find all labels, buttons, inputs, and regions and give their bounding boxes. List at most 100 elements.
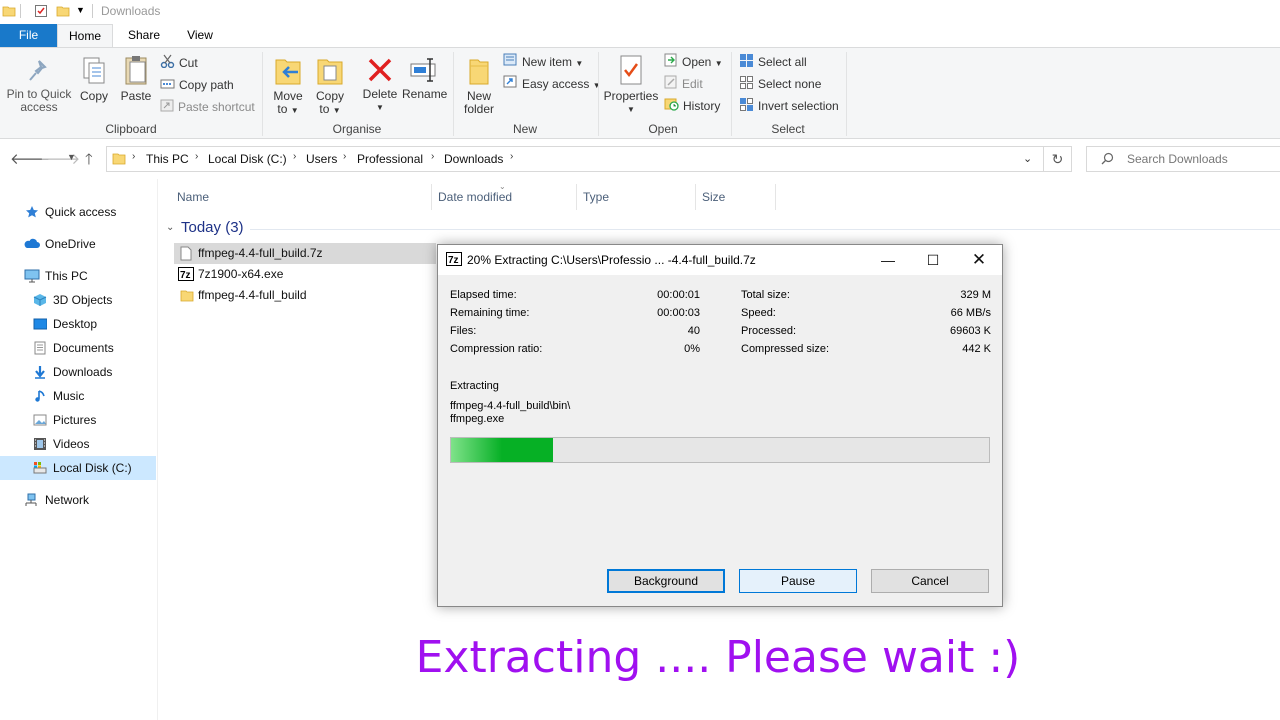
column-header-date-modified[interactable]: Date modified bbox=[438, 190, 512, 204]
breadcrumb-chevron-icon[interactable]: › bbox=[293, 151, 296, 162]
edit-button[interactable]: Edit bbox=[664, 75, 703, 93]
sidebar-item-downloads[interactable]: Downloads bbox=[0, 360, 156, 384]
folder-icon bbox=[2, 4, 16, 18]
sidebar-item-documents[interactable]: Documents bbox=[0, 336, 156, 360]
tab-view[interactable]: View bbox=[180, 24, 220, 47]
sidebar-item-desktop[interactable]: Desktop bbox=[0, 312, 156, 336]
column-separator[interactable] bbox=[576, 184, 577, 210]
tab-home[interactable]: Home bbox=[57, 24, 113, 47]
customize-toolbar-icon[interactable]: ▼ bbox=[76, 5, 90, 19]
move-to-button[interactable]: Move to ▼ bbox=[270, 54, 306, 117]
history-button[interactable]: History bbox=[664, 97, 720, 115]
breadcrumb-chevron-icon[interactable]: › bbox=[195, 151, 198, 162]
group-header-today[interactable]: Today (3) bbox=[181, 219, 244, 236]
new-item-button[interactable]: New item ▼ bbox=[503, 53, 583, 71]
invert-selection-button[interactable]: Invert selection bbox=[739, 97, 839, 115]
breadcrumb-local-disk[interactable]: Local Disk (C:) bbox=[208, 152, 287, 166]
sidebar-item-3d-objects[interactable]: 3D Objects bbox=[0, 288, 156, 312]
tab-share[interactable]: Share bbox=[122, 24, 166, 47]
tab-file[interactable]: File bbox=[0, 24, 57, 47]
address-history-chevron-icon[interactable]: ⌄ bbox=[1023, 152, 1032, 165]
select-all-button[interactable]: Select all bbox=[739, 53, 807, 71]
cut-button[interactable]: Cut bbox=[160, 54, 198, 72]
sidebar-item-label: Videos bbox=[53, 437, 90, 451]
up-arrow-icon[interactable]: 🡑 bbox=[85, 149, 93, 174]
rename-button[interactable]: Rename bbox=[402, 56, 447, 101]
easy-access-label: Easy access bbox=[522, 77, 590, 91]
paste-shortcut-button[interactable]: Paste shortcut bbox=[160, 98, 255, 116]
new-folder-button[interactable]: New folder bbox=[460, 54, 498, 116]
list-item[interactable]: 7z 7z1900-x64.exe bbox=[174, 264, 436, 285]
pin-label-2: access bbox=[20, 100, 58, 114]
breadcrumb-users[interactable]: Users bbox=[306, 152, 337, 166]
stat-value: 69603 K bbox=[950, 325, 991, 337]
progress-bar bbox=[450, 437, 990, 463]
stat-value: 329 M bbox=[960, 289, 991, 301]
breadcrumb-chevron-icon[interactable]: › bbox=[510, 151, 513, 162]
maximize-icon[interactable]: ☐ bbox=[910, 245, 956, 275]
breadcrumb-downloads[interactable]: Downloads bbox=[444, 152, 503, 166]
open-icon bbox=[664, 53, 678, 72]
recent-locations-chevron-icon[interactable]: ▼ bbox=[67, 152, 76, 162]
new-folder-quick-icon[interactable] bbox=[56, 4, 70, 18]
close-icon[interactable]: ✕ bbox=[956, 245, 1002, 275]
column-header-name[interactable]: Name bbox=[177, 190, 209, 204]
cancel-button[interactable]: Cancel bbox=[871, 569, 989, 593]
sidebar-item-onedrive[interactable]: OneDrive bbox=[0, 232, 156, 256]
dialog-titlebar[interactable]: 7z 20% Extracting C:\Users\Professio ...… bbox=[438, 245, 1002, 275]
overlay-caption: Extracting .... Please wait :) bbox=[415, 632, 1021, 683]
select-none-button[interactable]: Select none bbox=[739, 75, 821, 93]
column-header-type[interactable]: Type bbox=[583, 190, 609, 204]
rename-icon bbox=[410, 58, 436, 82]
open-group-label: Open bbox=[648, 122, 678, 136]
invert-selection-label: Invert selection bbox=[758, 99, 839, 114]
sidebar-item-pictures[interactable]: Pictures bbox=[0, 408, 156, 432]
window-titlebar: ▼ Downloads bbox=[0, 0, 1280, 24]
open-button[interactable]: Open ▼ bbox=[664, 53, 723, 71]
column-separator[interactable] bbox=[695, 184, 696, 210]
breadcrumb-professional[interactable]: Professional bbox=[357, 152, 423, 166]
stat-label: Compressed size: bbox=[741, 343, 830, 355]
copy-button[interactable]: Copy bbox=[76, 56, 112, 103]
sidebar-item-videos[interactable]: Videos bbox=[0, 432, 156, 456]
minimize-icon[interactable]: — bbox=[865, 245, 911, 275]
pause-button[interactable]: Pause bbox=[739, 569, 857, 593]
sidebar-item-quick-access[interactable]: Quick access bbox=[0, 200, 156, 224]
chevron-down-icon: ▼ bbox=[592, 81, 601, 90]
paste-button[interactable]: Paste bbox=[118, 54, 154, 103]
group-divider bbox=[250, 229, 1280, 230]
breadcrumb-chevron-icon[interactable]: › bbox=[132, 151, 135, 162]
sidebar-item-local-disk[interactable]: Local Disk (C:) bbox=[0, 456, 156, 480]
easy-access-icon bbox=[503, 75, 518, 94]
breadcrumb-chevron-icon[interactable]: › bbox=[343, 151, 346, 162]
new-folder-icon bbox=[469, 59, 489, 85]
move-to-icon bbox=[275, 59, 301, 85]
list-item[interactable]: ffmpeg-4.4-full_build.7z bbox=[174, 243, 436, 264]
breadcrumb-chevron-icon[interactable]: › bbox=[431, 151, 434, 162]
background-button[interactable]: Background bbox=[607, 569, 725, 593]
properties-button[interactable]: Properties ▼ bbox=[603, 54, 659, 116]
chevron-down-icon: ▼ bbox=[376, 103, 384, 112]
group-collapse-chevron-icon[interactable]: ⌄ bbox=[166, 222, 174, 233]
extraction-dialog: 7z 20% Extracting C:\Users\Professio ...… bbox=[437, 244, 1003, 607]
easy-access-button[interactable]: Easy access ▼ bbox=[503, 75, 601, 93]
divider bbox=[92, 4, 93, 18]
refresh-button[interactable]: ↻ bbox=[1044, 146, 1072, 172]
sidebar-item-network[interactable]: Network bbox=[0, 488, 156, 512]
delete-button[interactable]: Delete ▼ bbox=[360, 56, 400, 114]
copy-path-button[interactable]: Copy path bbox=[160, 76, 234, 94]
breadcrumb-this-pc[interactable]: This PC bbox=[146, 152, 189, 166]
sidebar-item-music[interactable]: Music bbox=[0, 384, 156, 408]
list-item[interactable]: ffmpeg-4.4-full_build bbox=[174, 285, 436, 306]
column-separator[interactable] bbox=[775, 184, 776, 210]
search-box[interactable]: Search Downloads bbox=[1086, 146, 1280, 172]
column-separator[interactable] bbox=[431, 184, 432, 210]
column-header-size[interactable]: Size bbox=[702, 190, 725, 204]
properties-quick-icon[interactable] bbox=[34, 4, 48, 18]
copy-to-button[interactable]: Copy to ▼ bbox=[312, 54, 348, 117]
sidebar-item-label: Downloads bbox=[53, 365, 113, 379]
sidebar-item-this-pc[interactable]: This PC bbox=[0, 264, 156, 288]
address-bar[interactable]: › This PC › Local Disk (C:) › Users › Pr… bbox=[106, 146, 1044, 172]
stat-label: Compression ratio: bbox=[450, 343, 543, 355]
pin-to-quick-access-button[interactable]: Pin to Quick access bbox=[6, 58, 72, 114]
